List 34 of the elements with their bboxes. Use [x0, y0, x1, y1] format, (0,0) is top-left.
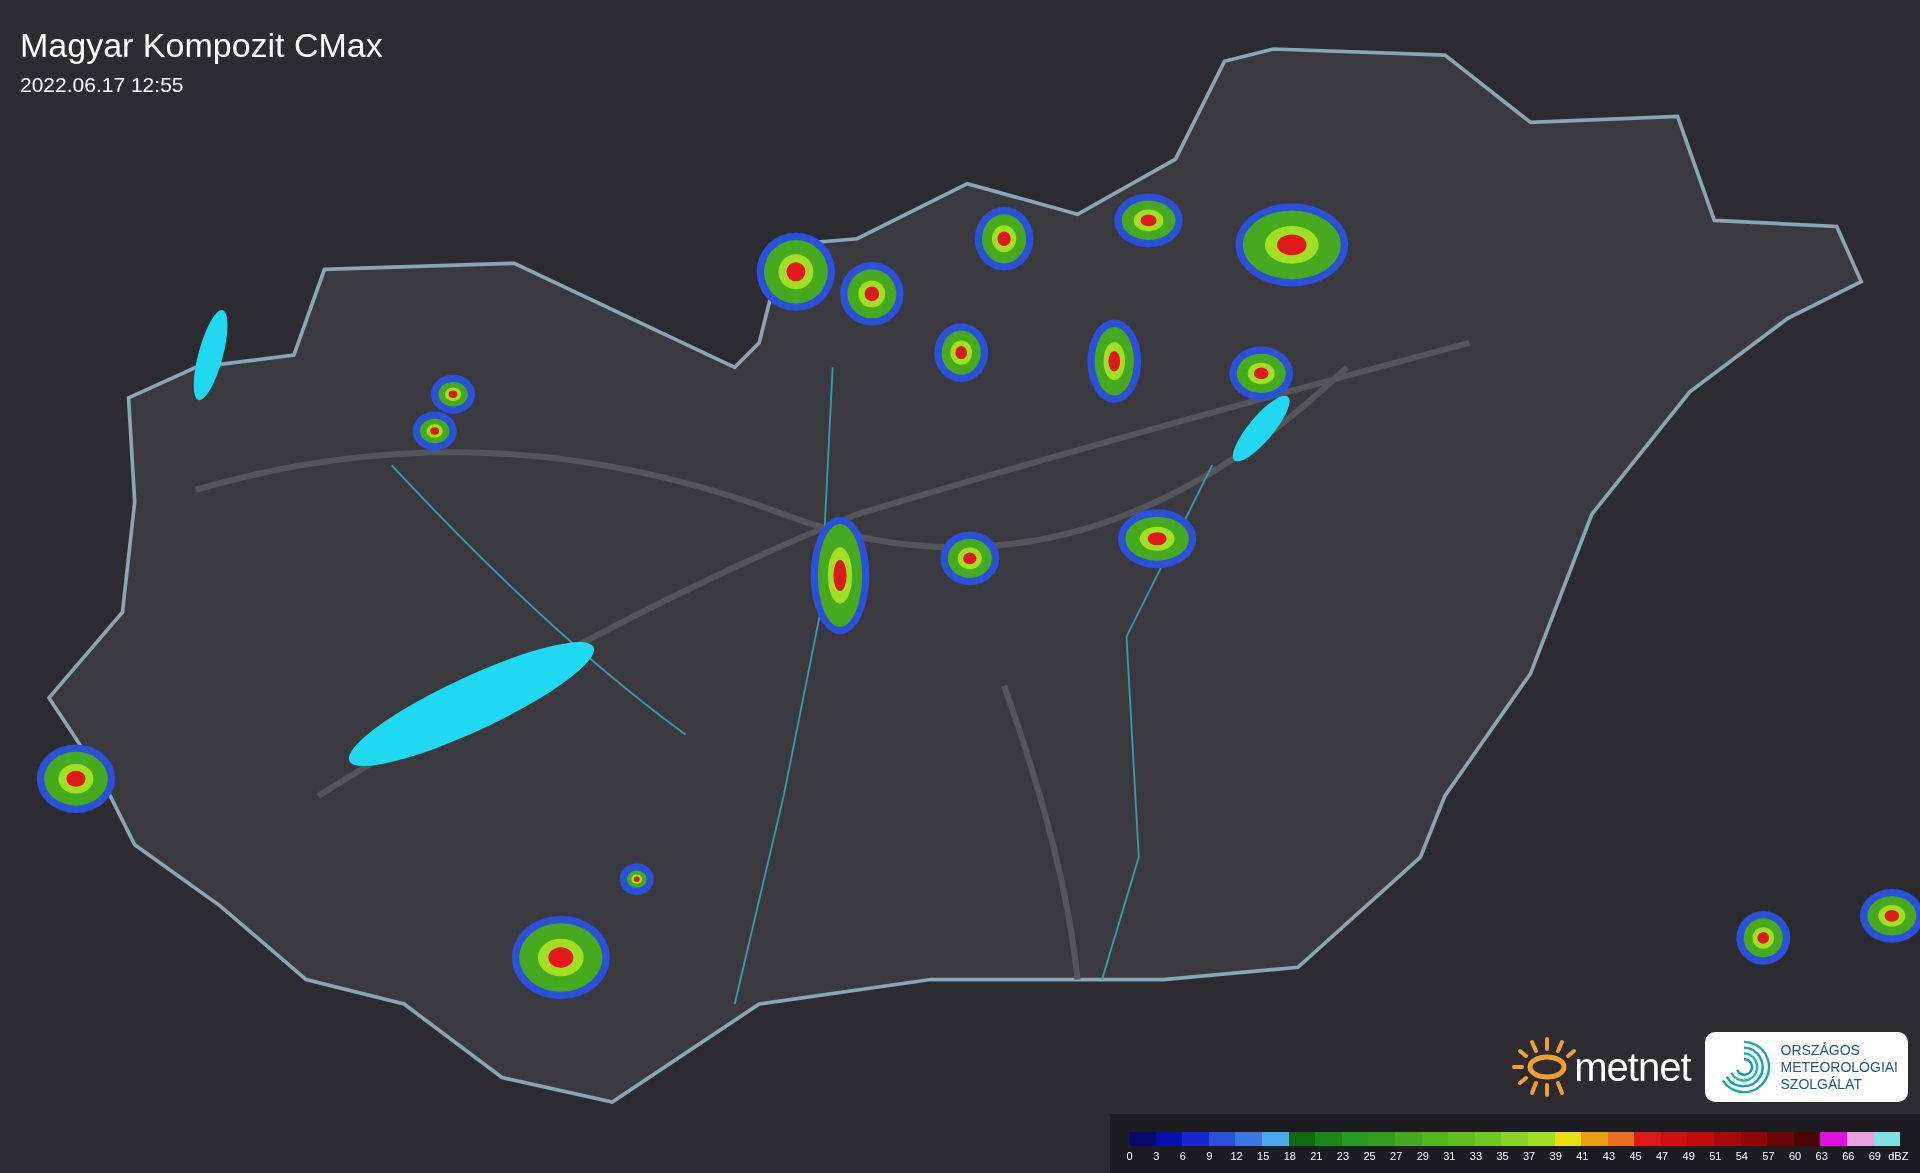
scale-label: 69 [1868, 1150, 1881, 1162]
scale-label: 3 [1153, 1150, 1160, 1162]
scale-label: 12 [1230, 1150, 1243, 1162]
map-title: Magyar Kompozit CMax [20, 25, 383, 66]
scale-label: 66 [1842, 1150, 1855, 1162]
scale-label: 21 [1310, 1150, 1323, 1162]
metnet-logo-text: metnet [1574, 1044, 1691, 1090]
scale-label: 31 [1443, 1150, 1456, 1162]
scale-label: 35 [1496, 1150, 1509, 1162]
scale-label: 57 [1762, 1150, 1775, 1162]
scale-label: 49 [1682, 1150, 1695, 1162]
scale-label: 51 [1709, 1150, 1722, 1162]
scale-label: 43 [1602, 1150, 1616, 1162]
unit-label: dBZ [1888, 1150, 1909, 1164]
scale-label: 54 [1735, 1150, 1748, 1162]
scale-label: 29 [1416, 1150, 1429, 1162]
scale-label: 15 [1257, 1150, 1270, 1162]
scale-label: 37 [1523, 1150, 1536, 1162]
scale-label: 25 [1363, 1150, 1376, 1162]
scale-label: 27 [1390, 1150, 1403, 1162]
scale-label: 63 [1815, 1150, 1828, 1162]
timestamp: 2022.06.17 12:55 [20, 72, 185, 98]
scale-label: 47 [1655, 1150, 1669, 1162]
scale-label: 60 [1788, 1150, 1802, 1162]
omsz-logo-text: ORSZÁGOS METEOROLÓGIAI SZOLGÁLAT [1780, 1041, 1898, 1093]
scale-label: 39 [1549, 1150, 1562, 1162]
scale-label: 23 [1336, 1150, 1350, 1162]
scale-label: 6 [1179, 1150, 1186, 1162]
scale-label: 18 [1283, 1150, 1296, 1162]
scale-label: 41 [1576, 1150, 1589, 1162]
scale-label: 9 [1206, 1150, 1213, 1162]
scale-label: 33 [1469, 1150, 1483, 1162]
scale-label: 0 [1126, 1150, 1133, 1162]
scale-label: 45 [1629, 1150, 1642, 1162]
